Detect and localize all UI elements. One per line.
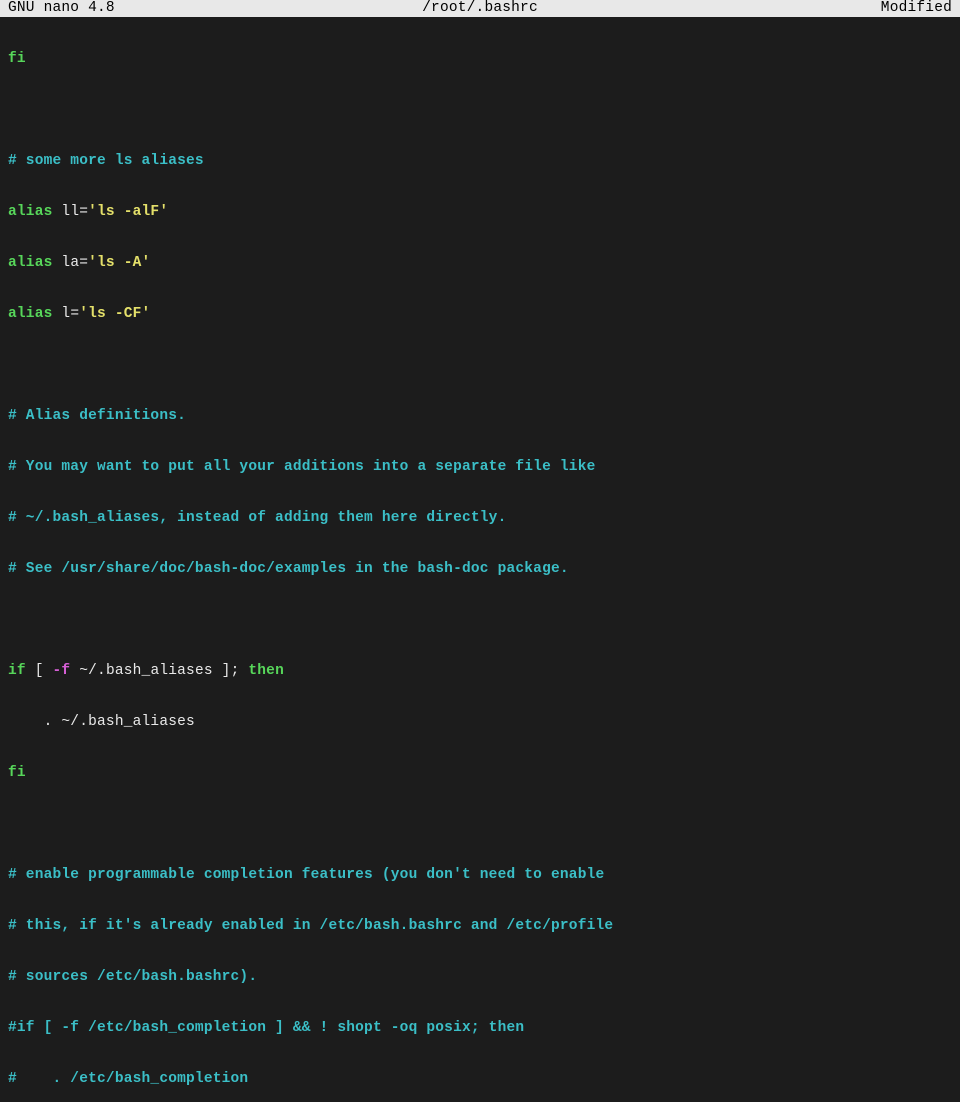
keyword-then: then: [248, 663, 284, 679]
editor-line[interactable]: # ~/.bash_aliases, instead of adding the…: [8, 510, 952, 527]
editor-line[interactable]: . ~/.bash_aliases: [8, 714, 952, 731]
comment: # See /usr/share/doc/bash-doc/examples i…: [8, 561, 569, 577]
text: la=: [53, 255, 89, 271]
string: 'ls -alF': [88, 204, 168, 220]
comment: # this, if it's already enabled in /etc/…: [8, 918, 613, 934]
editor-line[interactable]: # some more ls aliases: [8, 153, 952, 170]
keyword-alias: alias: [8, 306, 53, 322]
editor-line[interactable]: # Alias definitions.: [8, 408, 952, 425]
comment: # enable programmable completion feature…: [8, 867, 604, 883]
keyword-alias: alias: [8, 255, 53, 271]
keyword-fi: fi: [8, 51, 26, 67]
editor-line[interactable]: fi: [8, 765, 952, 782]
editor-line[interactable]: # enable programmable completion feature…: [8, 867, 952, 884]
editor-line[interactable]: # . /etc/bash_completion: [8, 1071, 952, 1088]
editor-line[interactable]: fi: [8, 51, 952, 68]
comment: # . /etc/bash_completion: [8, 1071, 248, 1087]
comment: #if [ -f /etc/bash_completion ] && ! sho…: [8, 1020, 524, 1036]
titlebar-file: /root/.bashrc: [323, 0, 638, 17]
titlebar: GNU nano 4.8 /root/.bashrc Modified: [0, 0, 960, 17]
comment: # Alias definitions.: [8, 408, 186, 424]
comment: # sources /etc/bash.bashrc).: [8, 969, 257, 985]
editor-line[interactable]: alias l='ls -CF': [8, 306, 952, 323]
editor-line[interactable]: # See /usr/share/doc/bash-doc/examples i…: [8, 561, 952, 578]
comment: # some more ls aliases: [8, 153, 204, 169]
keyword-alias: alias: [8, 204, 53, 220]
text: l=: [53, 306, 80, 322]
string: 'ls -A': [88, 255, 150, 271]
text: [: [26, 663, 53, 679]
editor-line[interactable]: [8, 612, 952, 629]
keyword-if: if: [8, 663, 26, 679]
editor-line[interactable]: if [ -f ~/.bash_aliases ]; then: [8, 663, 952, 680]
editor-line[interactable]: # sources /etc/bash.bashrc).: [8, 969, 952, 986]
comment: # ~/.bash_aliases, instead of adding the…: [8, 510, 506, 526]
keyword-fi: fi: [8, 765, 26, 781]
editor-line[interactable]: # You may want to put all your additions…: [8, 459, 952, 476]
editor-line[interactable]: alias ll='ls -alF': [8, 204, 952, 221]
titlebar-app: GNU nano 4.8: [8, 0, 323, 17]
text: ll=: [53, 204, 89, 220]
editor-line[interactable]: alias la='ls -A': [8, 255, 952, 272]
editor-line[interactable]: [8, 357, 952, 374]
editor-line[interactable]: # this, if it's already enabled in /etc/…: [8, 918, 952, 935]
comment: # You may want to put all your additions…: [8, 459, 596, 475]
text: ~/.bash_aliases ];: [70, 663, 248, 679]
string: 'ls -CF': [79, 306, 150, 322]
titlebar-status: Modified: [637, 0, 952, 17]
editor-line[interactable]: [8, 102, 952, 119]
editor-line[interactable]: [8, 816, 952, 833]
flag: -f: [53, 663, 71, 679]
editor-line[interactable]: #if [ -f /etc/bash_completion ] && ! sho…: [8, 1020, 952, 1037]
text: . ~/.bash_aliases: [8, 714, 195, 730]
editor-area[interactable]: fi # some more ls aliases alias ll='ls -…: [0, 17, 960, 1102]
